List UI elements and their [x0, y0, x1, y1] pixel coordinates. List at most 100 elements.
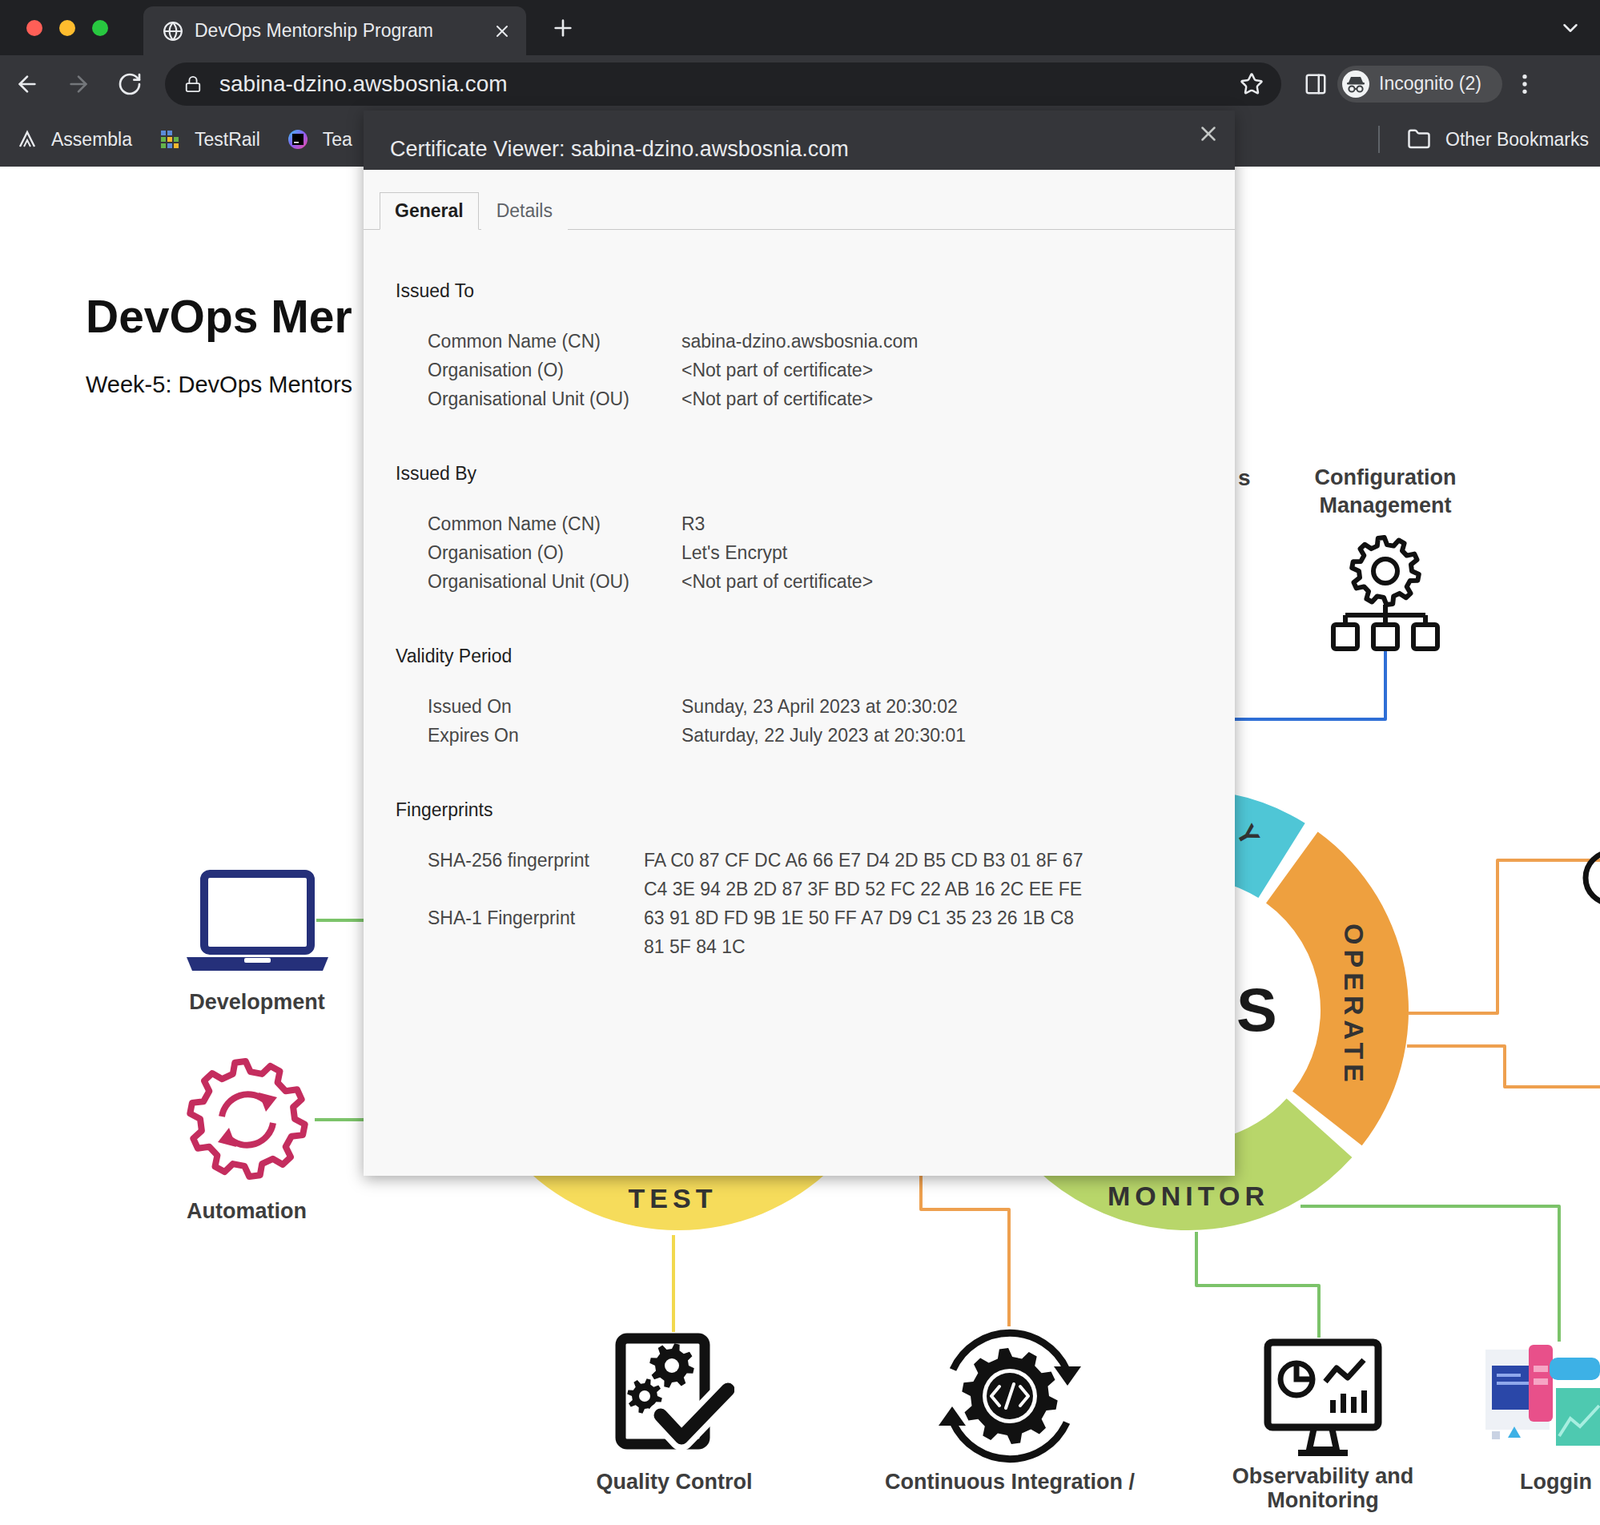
field-label: Common Name (CN) — [427, 326, 682, 356]
bookmark-label: TestRail — [194, 128, 261, 151]
new-tab-button[interactable] — [550, 15, 576, 41]
star-icon[interactable] — [1239, 72, 1264, 97]
section-title: Validity Period — [395, 641, 1235, 671]
title-fragment: S — [1236, 971, 1278, 1048]
testrail-icon — [159, 128, 181, 150]
value-line: <Not part of certificate> — [681, 384, 1235, 414]
field-value: <Not part of certificate> — [681, 355, 1235, 385]
address-text[interactable]: sabina-dzino.awsbosnia.com — [219, 71, 1223, 97]
tab-search-button[interactable] — [1558, 16, 1583, 41]
reload-icon — [116, 71, 143, 97]
dialog-header: Certificate Viewer: sabina-dzino.awsbosn… — [363, 110, 1235, 170]
toolbar: sabina-dzino.awsbosnia.com Incognito (2) — [0, 55, 1600, 113]
laptop-icon — [186, 868, 329, 973]
certificate-section: Issued By Common Name (CN)R3Organisation … — [395, 458, 1235, 596]
field-label: Issued On — [427, 691, 682, 721]
dialog-tab[interactable]: Details — [481, 192, 568, 230]
value-line: R3 — [681, 509, 1235, 539]
label-fragment: s — [1238, 463, 1251, 492]
back-icon — [14, 71, 41, 97]
field-label: Organisation (O) — [427, 355, 682, 385]
value-line: <Not part of certificate> — [681, 355, 1235, 385]
phase-band — [1266, 832, 1409, 1146]
section-title: Issued By — [395, 458, 1235, 488]
field-label: Expires On — [427, 720, 682, 750]
forward-icon — [65, 71, 92, 97]
bookmark-item[interactable]: Tea — [287, 128, 353, 151]
forward-button[interactable] — [57, 63, 100, 105]
tab-title: DevOps Mentorship Program — [194, 20, 482, 42]
value-line: <Not part of certificate> — [681, 566, 1235, 596]
bookmark-label: Other Bookmarks — [1445, 128, 1589, 151]
field-grid: Common Name (CN)R3Organisation (O)Let's … — [395, 509, 1235, 596]
address-bar[interactable]: sabina-dzino.awsbosnia.com — [164, 62, 1282, 106]
close-icon — [1196, 121, 1221, 146]
node-label: Quality Control — [596, 1467, 753, 1496]
menu-button[interactable] — [1511, 71, 1538, 97]
lock-icon[interactable] — [184, 75, 202, 93]
diagram-node — [1262, 1337, 1383, 1458]
certificate-viewer-dialog: Certificate Viewer: sabina-dzino.awsbosn… — [363, 110, 1235, 1176]
window-controls — [26, 20, 109, 37]
field-grid: SHA-256 fingerprintFA C0 87 CF DC A6 66 … — [395, 845, 1235, 961]
field-value: sabina-dzino.awsbosnia.com — [681, 326, 1235, 356]
field-value: Saturday, 22 July 2023 at 20:30:01 — [681, 720, 1235, 750]
field-grid: Common Name (CN)sabina-dzino.awsbosnia.c… — [395, 326, 1235, 414]
bookmark-label: Assembla — [51, 128, 133, 151]
value-line: sabina-dzino.awsbosnia.com — [681, 326, 1235, 356]
field-label: Organisational Unit (OU) — [427, 566, 682, 596]
node-label: Continuous Integration / — [884, 1467, 1135, 1496]
other-bookmarks[interactable]: Other Bookmarks — [1407, 127, 1589, 152]
diagram-node — [1329, 534, 1442, 656]
dialog-tab[interactable]: General — [379, 192, 479, 230]
dialog-content: Issued ToCommon Name (CN)sabina-dzino.aw… — [363, 229, 1235, 961]
node-label: Automation — [186, 1197, 307, 1226]
diagram-node — [614, 1331, 735, 1452]
bookmark-item[interactable]: Assembla — [17, 128, 133, 151]
field-label: SHA-1 Fingerprint — [427, 903, 644, 961]
certificate-section: Validity Period Issued OnSunday, 23 April… — [395, 641, 1235, 750]
node-label: Loggin — [1519, 1467, 1592, 1496]
value-line: 81 5F 84 1C — [643, 932, 1235, 961]
value-line: Let's Encrypt — [681, 538, 1235, 567]
bookmark-item[interactable]: TestRail — [159, 128, 261, 151]
field-value: Sunday, 23 April 2023 at 20:30:02 — [681, 691, 1235, 721]
diagram-node — [933, 1327, 1086, 1464]
folder-icon — [1407, 127, 1432, 152]
profile-button[interactable]: Incognito (2) — [1337, 65, 1503, 103]
field-value: R3 — [681, 509, 1235, 539]
side-panel-button[interactable] — [1303, 72, 1328, 97]
value-line: Saturday, 22 July 2023 at 20:30:01 — [681, 720, 1235, 750]
bookmark-label: Tea — [322, 128, 353, 151]
logging-icon — [1479, 1341, 1600, 1454]
field-value: <Not part of certificate> — [681, 384, 1235, 414]
diagram-node — [186, 868, 329, 973]
phase-label: OPERATE — [1338, 923, 1371, 1087]
edge-icon — [1585, 852, 1600, 904]
certificate-section: Issued ToCommon Name (CN)sabina-dzino.aw… — [395, 276, 1235, 414]
back-button[interactable] — [6, 63, 49, 105]
field-value: Let's Encrypt — [681, 538, 1235, 567]
browser-tab[interactable]: DevOps Mentorship Program — [143, 6, 527, 56]
field-value: FA C0 87 CF DC A6 66 E7 D4 2D B5 CD B3 0… — [643, 845, 1235, 904]
node-label: Configuration Management — [1305, 463, 1466, 520]
close-tab-icon[interactable] — [492, 21, 512, 41]
browser-window: DevOps Mentorship Program sabina-dzino.aw… — [0, 0, 1600, 1525]
phase-label: TEST — [628, 1181, 718, 1215]
window-control-button[interactable] — [59, 20, 76, 37]
ci-icon — [933, 1327, 1086, 1464]
node-label: Observability and Monitoring — [1226, 1463, 1420, 1512]
window-control-button[interactable] — [92, 20, 109, 37]
dialog-title: Certificate Viewer: sabina-dzino.awsbosn… — [389, 134, 849, 170]
phase-label: MONITOR — [1107, 1179, 1270, 1212]
field-label: Organisation (O) — [427, 538, 682, 567]
field-grid: Issued OnSunday, 23 April 2023 at 20:30:… — [395, 691, 1235, 750]
reload-button[interactable] — [108, 63, 151, 105]
field-label: SHA-256 fingerprint — [427, 845, 644, 904]
side-panel-icon — [1303, 72, 1328, 97]
window-control-button[interactable] — [26, 20, 43, 37]
close-button[interactable] — [1196, 121, 1221, 146]
assembla-icon — [17, 129, 37, 149]
profile-label: Incognito (2) — [1378, 72, 1482, 95]
field-label: Common Name (CN) — [427, 509, 682, 539]
